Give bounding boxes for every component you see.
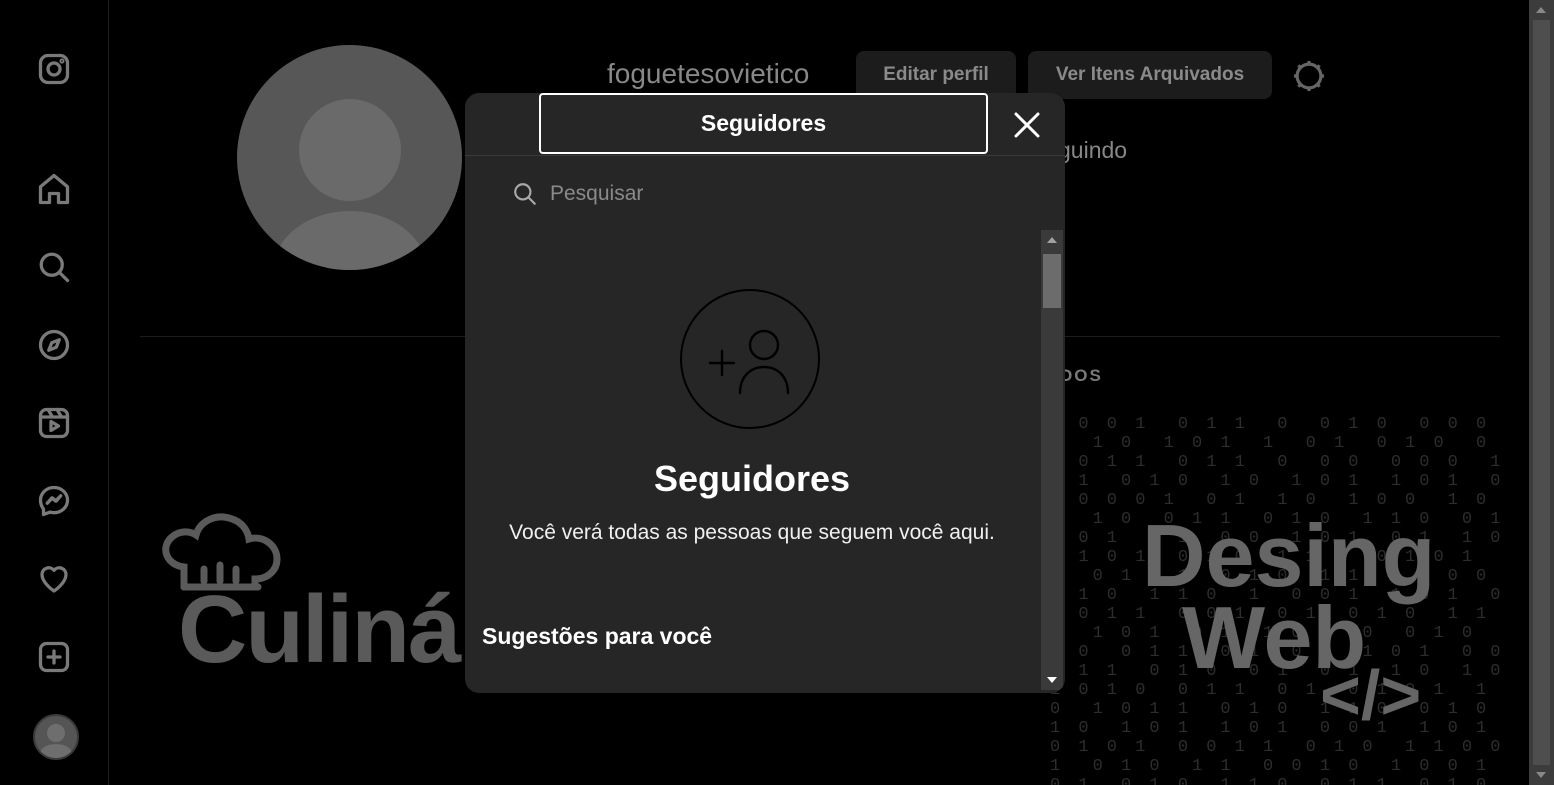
empty-state-title: Seguidores	[653, 458, 851, 499]
suggestions-title: Sugestões para você	[482, 623, 713, 649]
profile-avatar[interactable]	[237, 45, 462, 270]
home-icon[interactable]	[34, 169, 74, 209]
explore-icon[interactable]	[34, 325, 74, 365]
search-icon[interactable]	[34, 247, 74, 287]
sidebar-nav	[0, 0, 109, 785]
modal-title: Seguidores	[539, 93, 988, 154]
scroll-down-arrow-icon[interactable]	[1536, 772, 1546, 778]
view-archive-button[interactable]: Ver Itens Arquivados	[1028, 51, 1272, 99]
page-scrollbar[interactable]	[1529, 0, 1554, 785]
empty-state-text: Você verá todas as pessoas que seguem vo…	[509, 521, 995, 544]
reels-icon[interactable]	[34, 403, 74, 443]
search-bar	[512, 178, 992, 210]
search-icon	[514, 183, 536, 205]
instagram-logo-icon[interactable]	[34, 49, 74, 89]
scroll-up-arrow-icon[interactable]	[1536, 7, 1546, 13]
search-input[interactable]	[548, 181, 972, 207]
following-count[interactable]: guindo	[1058, 137, 1127, 164]
add-person-icon	[680, 289, 820, 429]
messenger-icon[interactable]	[34, 481, 74, 521]
edit-profile-button[interactable]: Editar perfil	[856, 51, 1016, 99]
code-symbol: </>	[1320, 656, 1422, 734]
page-scroll-thumb[interactable]	[1533, 20, 1550, 765]
tab-saved[interactable]: DOS	[1060, 366, 1103, 386]
close-icon[interactable]	[1011, 109, 1043, 141]
post-culinaria[interactable]: Culinár	[140, 415, 500, 785]
create-icon[interactable]	[34, 637, 74, 677]
post-design-web[interactable]: 1 0 0 1 0 1 1 0 0 1 0 0 0 0 0 1 0 0 0 1 …	[1050, 415, 1500, 785]
followers-modal: Seguidores Seguidores Você verá todas as…	[465, 93, 1065, 693]
modal-scrollbar[interactable]	[1041, 230, 1063, 690]
heart-icon[interactable]	[34, 559, 74, 599]
profile-username: foguetesovietico	[607, 58, 810, 89]
modal-scroll-down-icon[interactable]	[1047, 677, 1057, 683]
culinaria-text: Culinár	[178, 576, 497, 683]
gear-icon[interactable]	[1290, 57, 1328, 95]
modal-header-divider	[465, 155, 1065, 156]
modal-scroll-thumb[interactable]	[1043, 254, 1061, 308]
modal-scroll-up-icon[interactable]	[1047, 237, 1057, 243]
profile-avatar-icon[interactable]	[33, 714, 79, 760]
